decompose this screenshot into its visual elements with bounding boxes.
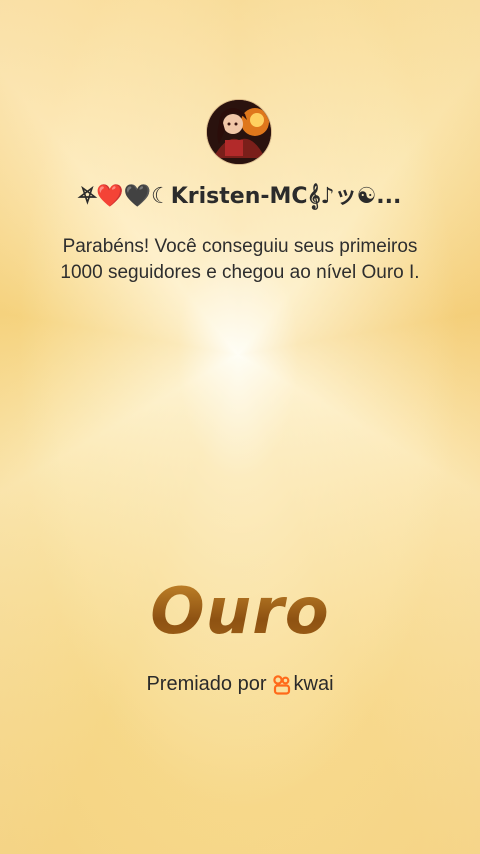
awarded-by-label: Premiado por: [146, 673, 267, 695]
level-title: Ouro: [0, 575, 480, 649]
username: ⛧❤️🖤☾Kristen-MC𝄞♪ッ☯...: [78, 184, 402, 209]
kwai-logo-icon: [272, 674, 290, 695]
achievement-message: Parabéns! Você conseguiu seus primeiros …: [60, 236, 420, 283]
awarded-by: Premiado por kwai: [0, 673, 480, 696]
kwai-brand: kwai: [272, 673, 334, 696]
profile-avatar: [207, 100, 271, 164]
kwai-brand-label: kwai: [293, 673, 334, 695]
